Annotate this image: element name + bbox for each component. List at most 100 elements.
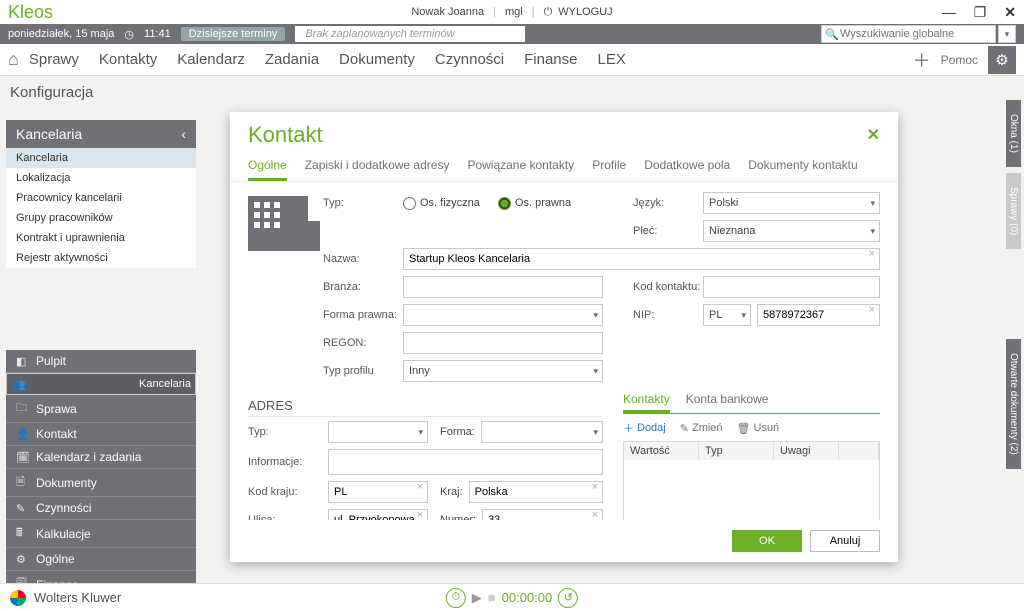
nav-ogolne[interactable]: ⚙Ogólne [6,548,196,571]
plus-icon[interactable]: ＋ [913,47,931,73]
tab-powiazane[interactable]: Powiązane kontakty [467,158,574,181]
select-adr-forma[interactable]: ▾ [481,421,603,443]
edit-button[interactable]: ✎Zmień [680,420,723,436]
activity-icon: ✎ [16,502,29,515]
select-forma[interactable]: ▾ [403,304,603,326]
today-badge[interactable]: Dzisiejsze terminy [181,27,286,41]
nav-lex[interactable]: LEX [598,51,626,68]
sidebar-item-kontrakt[interactable]: Kontrakt i uprawnienia [6,228,196,248]
input-kod-kraju[interactable] [328,481,428,503]
sidebar-header[interactable]: Kancelaria ‹ [6,120,196,148]
clear-icon[interactable]: × [869,304,875,316]
modal-tabs: Ogólne Zapiski i dodatkowe adresy Powiąz… [230,148,898,182]
play-icon[interactable]: ▶ [472,590,482,606]
clear-icon[interactable]: × [869,248,875,260]
title-center: Nowak Joanna | mgl | ⏻ WYLOGUJ [411,6,612,19]
select-nip-country[interactable]: PL▾ [703,304,751,326]
title-bar: Kleos Nowak Joanna | mgl | ⏻ WYLOGUJ — ❐… [0,0,1024,24]
nav-kancelaria[interactable]: 👥Kancelaria [6,373,196,395]
label-regon: REGON: [323,337,403,349]
nav-sprawa[interactable]: 🗀Sprawa [6,395,196,423]
input-kod-kontaktu[interactable] [703,276,880,298]
close-icon[interactable]: ✕ [867,125,880,145]
home-icon[interactable]: ⌂ [8,49,19,70]
col-uwagi[interactable]: Uwagi [774,442,839,460]
edit-icon: ✎ [680,422,689,435]
window-restore-icon[interactable]: ❐ [974,4,987,21]
nav-sprawy[interactable]: Sprawy [29,51,79,68]
sidebar-item-pracownicy[interactable]: Pracownicy kancelarii [6,188,196,208]
input-kraj[interactable] [469,481,603,503]
section-adres: ADRES [248,398,603,417]
wk-logo-icon [10,590,26,606]
clear-icon[interactable]: × [417,509,423,520]
tab-ogolne[interactable]: Ogólne [248,158,287,181]
nav-kontakty[interactable]: Kontakty [99,51,157,68]
col-empty [839,442,879,460]
rtab-cases[interactable]: Sprawy (0) [1006,173,1021,249]
window-minimize-icon[interactable]: — [942,4,956,21]
label-info: Informacje: [248,456,328,468]
rtab-open-docs[interactable]: Otwarte dokumenty (2) [1006,339,1021,469]
sidebar-item-rejestr[interactable]: Rejestr aktywności [6,248,196,268]
input-nip[interactable] [757,304,880,326]
tab-profile[interactable]: Profile [592,158,626,181]
select-typ-profilu[interactable]: Inny▾ [403,360,603,382]
select-plec[interactable]: Nieznana▾ [703,220,880,242]
add-button[interactable]: ＋Dodaj [623,420,666,436]
nav-dokumenty[interactable]: Dokumenty [339,51,415,68]
clear-icon[interactable]: × [592,481,598,493]
radio-os-fizyczna[interactable]: Os. fizyczna [403,197,480,210]
col-wartosc[interactable]: Wartość [624,442,699,460]
label-kod-kontaktu: Kod kontaktu: [633,281,703,293]
window-close-icon[interactable]: ✕ [1004,4,1016,21]
timer-toggle-icon[interactable]: ⏱ [446,588,466,608]
time-label: 11:41 [144,28,171,40]
tab-dokumenty[interactable]: Dokumenty kontaktu [748,158,857,181]
input-branza[interactable] [403,276,603,298]
col-typ[interactable]: Typ [699,442,774,460]
label-plec: Płeć: [633,225,703,237]
search-dropdown-button[interactable]: ▾ [998,25,1016,43]
nav-czynnosci[interactable]: Czynności [435,51,504,68]
nav-kalkulacje[interactable]: 🖩Kalkulacje [6,520,196,548]
subtab-konta[interactable]: Konta bankowe [686,392,769,413]
radio-os-prawna[interactable]: Os. prawna [498,197,571,210]
help-link[interactable]: Pomoc [941,53,978,67]
input-ulica[interactable] [328,509,428,520]
select-jezyk[interactable]: Polski▾ [703,192,880,214]
gear-icon[interactable]: ⚙ [988,46,1016,74]
input-info[interactable] [328,449,603,475]
clear-icon[interactable]: × [592,509,598,520]
nav-pulpit[interactable]: ◧Pulpit [6,350,196,373]
delete-button[interactable]: 🗑Usuń [737,420,780,436]
tab-zapiski[interactable]: Zapiski i dodatkowe adresy [305,158,450,181]
clear-icon[interactable]: × [417,481,423,493]
tab-dodatk[interactable]: Dodatkowe pola [644,158,730,181]
nav-finanse[interactable]: Finanse [524,51,577,68]
nav-kalendarz-zadania[interactable]: 🗓Kalendarz i zadania [6,446,196,469]
logout-link[interactable]: WYLOGUJ [558,6,612,18]
subtab-kontakty[interactable]: Kontakty [623,392,670,413]
input-numer[interactable] [482,509,603,520]
nav-dokumenty[interactable]: 🗎Dokumenty [6,469,196,497]
input-nazwa[interactable] [403,248,880,270]
rtab-windows[interactable]: Okna (1) [1006,100,1021,167]
nav-kontakt[interactable]: 👤Kontakt [6,423,196,446]
sidebar-item-lokalizacja[interactable]: Lokalizacja [6,168,196,188]
timer-reset-icon[interactable]: ↺ [558,588,578,608]
stop-icon[interactable]: ■ [488,590,496,605]
date-label: poniedziałek, 15 maja [8,28,114,40]
input-regon[interactable] [403,332,603,354]
nav-zadania[interactable]: Zadania [265,51,319,68]
sidebar-item-kancelaria[interactable]: Kancelaria [6,148,196,168]
select-adr-typ[interactable]: ▾ [328,421,428,443]
chevron-down-icon: ▾ [870,226,875,237]
app-title: Kleos [8,2,53,23]
global-search-input[interactable] [821,25,996,43]
nav-kalendarz[interactable]: Kalendarz [177,51,245,68]
sidebar-item-grupy[interactable]: Grupy pracowników [6,208,196,228]
cancel-button[interactable]: Anuluj [810,530,880,552]
ok-button[interactable]: OK [732,530,802,552]
nav-czynnosci[interactable]: ✎Czynności [6,497,196,520]
